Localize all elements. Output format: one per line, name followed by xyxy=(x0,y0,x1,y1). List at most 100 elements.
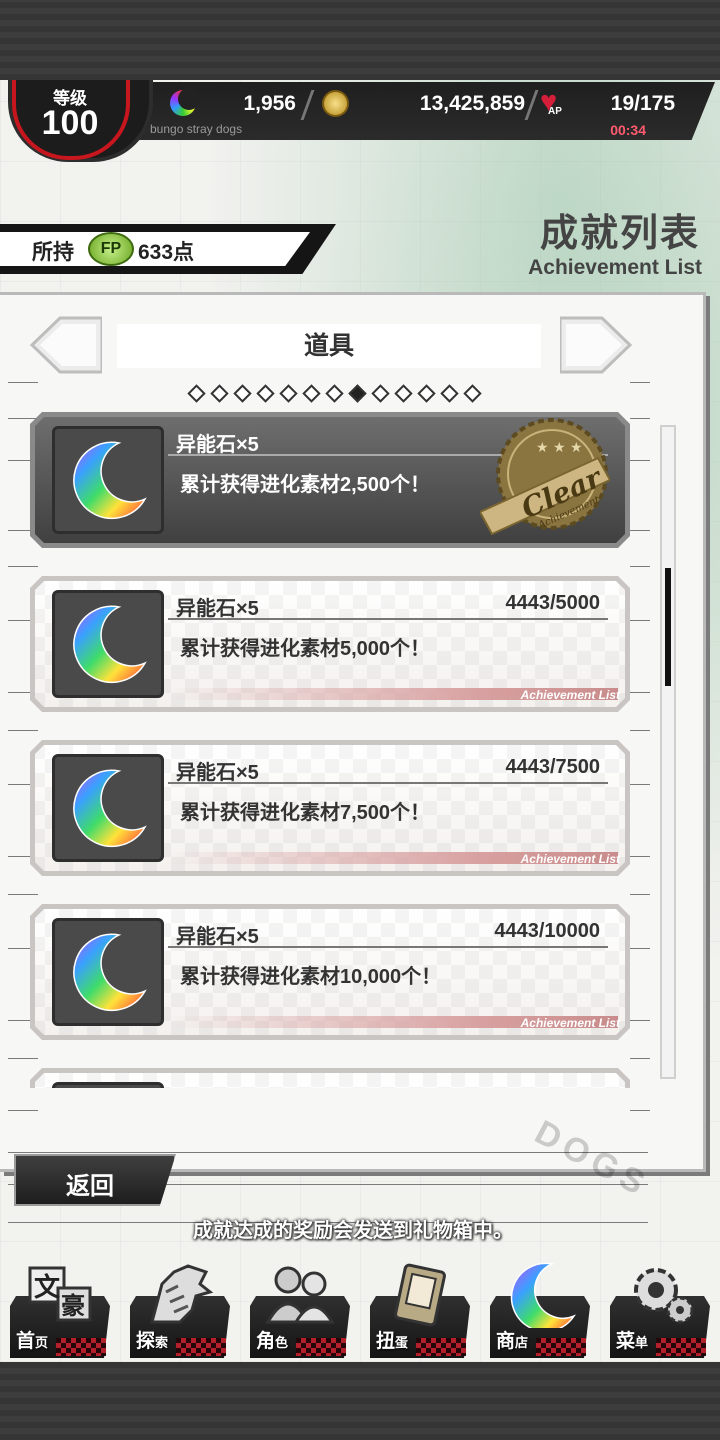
page-dot[interactable] xyxy=(394,384,413,403)
page-dot[interactable] xyxy=(440,384,459,403)
nav-label-sub: 色 xyxy=(275,1335,289,1350)
fp-value: 633点 xyxy=(138,241,195,264)
nav-label: 探索 xyxy=(136,1326,168,1353)
page-dot[interactable] xyxy=(187,384,206,403)
page-dot[interactable] xyxy=(279,384,298,403)
nav-checker-pattern xyxy=(176,1338,226,1356)
card-footer-label: Achievement List xyxy=(520,852,620,866)
page-dot[interactable] xyxy=(325,384,344,403)
ruled-line xyxy=(8,1110,38,1111)
nav-label: 菜单 xyxy=(616,1326,648,1353)
next-category-button[interactable] xyxy=(560,316,632,374)
ruled-line xyxy=(630,382,650,383)
bottom-navigation: 文豪首页 探索 角色 扭蛋 商店 菜单 xyxy=(0,1262,720,1362)
nav-item-explore[interactable]: 探索 xyxy=(126,1262,230,1360)
clear-stamp-icon: ★ ★ ★ClearAchievement xyxy=(480,418,610,536)
nav-item-character[interactable]: 角色 xyxy=(246,1262,350,1360)
home-icon-char-1: 文 xyxy=(34,1272,61,1303)
nav-item-gacha[interactable]: 扭蛋 xyxy=(366,1262,470,1360)
nav-label: 扭蛋 xyxy=(376,1326,408,1353)
reward-text: 异能石×5 xyxy=(176,598,259,620)
back-button-label[interactable]: 返回 xyxy=(66,1166,114,1201)
nav-label-main: 菜 xyxy=(616,1331,636,1352)
nav-checker-pattern xyxy=(296,1338,346,1356)
page-dot[interactable] xyxy=(348,384,367,403)
svg-text:★ ★ ★: ★ ★ ★ xyxy=(536,440,583,456)
achievement-card[interactable]: 异能石×5 累计获得进化素材5,000个！ 4443/5000 Achievement… xyxy=(30,576,630,712)
bottom-system-bar xyxy=(0,1362,720,1440)
ability-stone-icon xyxy=(170,88,200,116)
nav-label-sub: 单 xyxy=(635,1335,649,1350)
achievement-card[interactable]: 异能石×5 累计获得进化素材2,500个！ ★ ★ ★ Clear Achievemen… xyxy=(30,412,630,548)
scrollbar-thumb[interactable] xyxy=(665,568,671,686)
reward-text: 异能石×5 xyxy=(176,434,259,456)
page-dot[interactable] xyxy=(233,384,252,403)
home-icon-char-2: 豪 xyxy=(61,1292,85,1320)
reward-text: 异能石×5 xyxy=(176,926,259,948)
nav-checker-pattern xyxy=(56,1338,106,1356)
reward-icon-frame xyxy=(52,918,164,1026)
page-dot[interactable] xyxy=(463,384,482,403)
scrollbar-track[interactable] xyxy=(660,425,676,1079)
nav-item-menu[interactable]: 菜单 xyxy=(606,1262,710,1360)
card-footer-label: Achievement List xyxy=(520,1016,620,1030)
ability-stone-count: 1,956 xyxy=(243,92,296,115)
nav-checker-pattern xyxy=(416,1338,466,1356)
achievement-card[interactable]: 异能石×5 累计获得进化素材7,500个！ 4443/7500 Achievement… xyxy=(30,740,630,876)
achievement-progress: 4443/7500 xyxy=(505,756,600,778)
reward-text: 异能石×5 xyxy=(176,762,259,784)
nav-label-main: 探 xyxy=(136,1331,156,1352)
ability-stone-icon xyxy=(73,441,147,520)
ap-icon-text: AP xyxy=(548,106,562,117)
achievement-card[interactable]: 异能石 xyxy=(30,1068,630,1088)
nav-checker-pattern xyxy=(536,1338,586,1356)
achievement-description: 累计获得进化素材7,500个！ xyxy=(180,802,431,824)
reward-underline xyxy=(168,782,608,784)
ap-heart-icon: ♥ AP xyxy=(540,88,562,118)
nav-label-main: 商 xyxy=(496,1331,516,1352)
nav-label: 商店 xyxy=(496,1326,528,1353)
achievement-description: 累计获得进化素材5,000个！ xyxy=(180,638,431,660)
nav-checker-pattern xyxy=(656,1338,706,1356)
page-indicator xyxy=(187,384,482,403)
ap-count: 19/175 xyxy=(610,92,675,115)
reward-icon-frame xyxy=(52,1082,164,1088)
nav-label: 角色 xyxy=(256,1326,288,1353)
ap-timer: 00:34 xyxy=(610,122,646,138)
achievement-card[interactable]: 异能石×5 累计获得进化素材10,000个！ 4443/10000 Achieveme… xyxy=(30,904,630,1040)
page-dot[interactable] xyxy=(256,384,275,403)
nav-item-home[interactable]: 文豪首页 xyxy=(6,1262,110,1360)
nav-label-main: 首 xyxy=(16,1331,36,1352)
nav-label-main: 角 xyxy=(256,1331,276,1352)
prev-category-button[interactable] xyxy=(30,316,102,374)
reward-icon-frame xyxy=(52,426,164,534)
page-dot[interactable] xyxy=(302,384,321,403)
ability-stone-icon xyxy=(73,605,147,684)
page-dot[interactable] xyxy=(210,384,229,403)
achievement-description: 累计获得进化素材10,000个！ xyxy=(180,966,442,988)
fp-icon: FP xyxy=(88,232,134,266)
ability-stone-icon xyxy=(73,769,147,848)
game-screen: 等级 100 1,956 13,425,859 ♥ AP 19/175 00:34… xyxy=(0,80,720,1362)
ability-stone-icon xyxy=(73,933,147,1012)
nav-label-sub: 索 xyxy=(155,1335,169,1350)
page-dot[interactable] xyxy=(371,384,390,403)
nav-label-sub: 蛋 xyxy=(395,1335,409,1350)
coin-icon xyxy=(322,90,349,117)
nav-label-sub: 页 xyxy=(35,1335,49,1350)
fp-label: 所持 xyxy=(32,241,74,264)
coin-count: 13,425,859 xyxy=(419,92,525,115)
nav-label-sub: 店 xyxy=(515,1335,529,1350)
page-dot[interactable] xyxy=(417,384,436,403)
category-title: 道具 xyxy=(117,324,541,368)
achievement-progress: 4443/5000 xyxy=(505,592,600,614)
ruled-line xyxy=(8,382,38,383)
achievement-description: 累计获得进化素材2,500个！ xyxy=(180,474,431,496)
achievement-list[interactable]: 异能石×5 累计获得进化素材2,500个！ ★ ★ ★ Clear Achievemen… xyxy=(0,412,706,1088)
nav-item-shop[interactable]: 商店 xyxy=(486,1262,590,1360)
nav-label-main: 扭 xyxy=(376,1331,396,1352)
level-value: 100 xyxy=(41,104,99,142)
top-system-bar xyxy=(0,0,720,80)
brand-subtitle: bungo stray dogs xyxy=(150,122,243,136)
reward-underline xyxy=(168,946,608,948)
